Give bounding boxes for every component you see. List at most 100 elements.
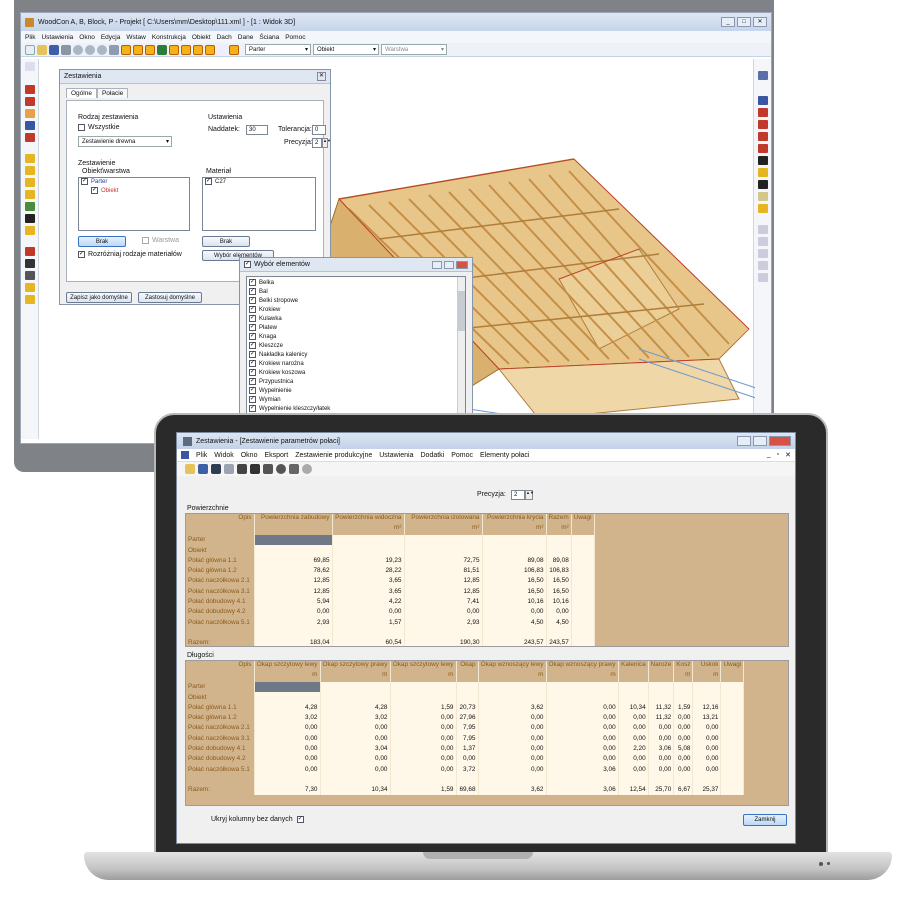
table-cell[interactable]: 5,08	[673, 743, 694, 754]
table-row[interactable]: Połać naczółkowa 2.1 12,85 3,65 12,85 16,50 1…	[186, 575, 595, 587]
table-cell[interactable]: 89,08	[482, 555, 547, 566]
row-label[interactable]: Połać naczółkowa 3.1	[186, 733, 255, 744]
menu-zestawienie-produkcyjne[interactable]: Zestawienie produkcyjne	[295, 452, 372, 459]
table-cell[interactable]	[254, 774, 321, 785]
column-header[interactable]: Opis	[186, 514, 255, 525]
table-cell[interactable]: 0,00	[404, 606, 483, 617]
zoom-icon[interactable]	[73, 44, 83, 55]
table-cell[interactable]: 16,50	[546, 586, 572, 597]
search-icon[interactable]	[276, 464, 286, 474]
table-cell[interactable]: 0,00	[254, 743, 321, 754]
table-cell[interactable]	[404, 534, 483, 545]
table-cell[interactable]	[720, 722, 745, 734]
table-cell[interactable]	[478, 681, 547, 692]
wszystkie-checkbox[interactable]: Wszystkie	[78, 124, 120, 131]
mdi-minimize-icon[interactable]: _	[767, 451, 771, 459]
table-cell[interactable]: 27,96	[456, 712, 479, 723]
table-cell[interactable]	[720, 774, 745, 785]
table-row[interactable]: Razem: 7,30 10,34 1,59 69,68 3,62 3,06 12,54 25,…	[186, 784, 745, 795]
dark-view-icon[interactable]	[757, 156, 768, 165]
row-label[interactable]: Obiekt	[186, 691, 255, 703]
table-cell[interactable]	[571, 586, 595, 597]
brak-material-button[interactable]: Brak	[202, 236, 250, 247]
house2-icon[interactable]	[24, 295, 35, 304]
element-type-item[interactable]: ✓ Belka	[249, 279, 463, 288]
menu-dane[interactable]: Dane	[238, 34, 254, 41]
table-cell[interactable]	[720, 753, 745, 764]
table-cell[interactable]: 0,00	[254, 763, 321, 775]
table-row[interactable]: Połać naczółkowa 5.1 2,93 1,57 2,93 4,50 4,50	[186, 616, 595, 628]
table-cell[interactable]	[571, 637, 595, 646]
table-cell[interactable]: 0,00	[546, 606, 572, 617]
table-cell[interactable]	[254, 691, 321, 703]
truss-tool-icon[interactable]	[133, 44, 143, 55]
table-cell[interactable]: 0,00	[648, 733, 675, 744]
table-cell[interactable]: 0,00	[692, 733, 722, 744]
table-cell[interactable]: 11,32	[648, 712, 675, 723]
print-icon[interactable]	[224, 464, 234, 474]
maximize-button[interactable]	[444, 260, 454, 269]
table-cell[interactable]: 0,00	[390, 743, 457, 754]
table-cell[interactable]: 28,22	[332, 565, 405, 576]
element-type-item[interactable]: ✓ Nakładka kalenicy	[249, 351, 463, 360]
row-label[interactable]: Parter	[186, 681, 255, 692]
table-cell[interactable]: 0,00	[546, 743, 619, 754]
row-label[interactable]: Połać naczółkowa 5.1	[186, 616, 255, 628]
table-cell[interactable]: 0,00	[546, 702, 619, 713]
table-cell[interactable]: 0,00	[390, 712, 457, 723]
row-label[interactable]: Parter	[186, 534, 255, 545]
table-cell[interactable]	[332, 627, 405, 638]
table-cell[interactable]	[332, 544, 405, 556]
table-cell[interactable]	[482, 534, 547, 545]
tree-item-obiekt[interactable]: ✓ Obiekt	[79, 187, 189, 196]
wall-red2-icon[interactable]	[24, 97, 35, 106]
table-cell[interactable]	[648, 774, 675, 785]
table-cell[interactable]	[390, 691, 457, 703]
maximize-button[interactable]: □	[737, 17, 751, 27]
green-object-icon[interactable]	[157, 44, 167, 55]
column-header[interactable]: Naroże	[648, 661, 675, 672]
table-cell[interactable]	[618, 681, 649, 692]
table-cell[interactable]: 0,00	[254, 722, 321, 734]
sheet-icon[interactable]	[250, 464, 260, 474]
pan-icon[interactable]	[109, 44, 119, 55]
column-header[interactable]: Okap szczytowy prawy	[320, 661, 391, 672]
table-cell[interactable]: 12,85	[254, 586, 333, 597]
list-scrollbar[interactable]	[457, 277, 465, 425]
element-type-item[interactable]: ✓ Krokiew koszowa	[249, 369, 463, 378]
open-folder-icon[interactable]	[185, 464, 195, 474]
column-header[interactable]: Okap szczytowy lewy	[390, 661, 457, 672]
table-cell[interactable]: 1,59	[390, 784, 457, 795]
menu-konstrukcja[interactable]: Konstrukcja	[152, 34, 186, 41]
table-cell[interactable]: 69,85	[254, 555, 333, 566]
table-cell[interactable]: 1,59	[390, 702, 457, 713]
element-type-item[interactable]: ✓ Krokiew narożna	[249, 360, 463, 369]
table-cell[interactable]: 1,57	[332, 616, 405, 628]
table-cell[interactable]: 3,02	[254, 712, 321, 723]
element-type-item[interactable]: ✓ Wymian	[249, 396, 463, 405]
table-cell[interactable]: 0,00	[390, 763, 457, 775]
row-label[interactable]: Połać główna 1.2	[186, 565, 255, 576]
table-cell[interactable]: 4,50	[482, 616, 547, 628]
line-icon[interactable]	[24, 214, 35, 223]
table-row[interactable]: Połać główna 1.1 4,28 4,28 1,59 20,73 3,62 0,0…	[186, 702, 745, 713]
tab-polacie[interactable]: Połacie	[96, 88, 129, 98]
table-cell[interactable]	[648, 691, 675, 703]
element-type-item[interactable]: ✓ Krokiew	[249, 306, 463, 315]
table-cell[interactable]: 12,85	[254, 575, 333, 587]
table-cell[interactable]: 0,00	[648, 753, 675, 764]
table-cell[interactable]: 0,00	[390, 753, 457, 764]
menu-widok[interactable]: Widok	[214, 452, 233, 459]
zapisz-domyslne-button[interactable]: Zapisz jako domyślne	[66, 292, 132, 303]
table-cell[interactable]	[571, 606, 595, 617]
table-row[interactable]: Połać naczółkowa 2.1 0,00 0,00 0,00 7,95 0,00…	[186, 722, 745, 734]
zamknij-button[interactable]: Zamknij	[743, 814, 787, 826]
grid-view-icon[interactable]	[757, 225, 768, 234]
material-item[interactable]: ✓ C27	[203, 178, 315, 187]
table-cell[interactable]	[546, 627, 572, 638]
precyzja-spinner[interactable]: ▲▼	[322, 138, 331, 148]
table-cell[interactable]	[482, 627, 547, 638]
table-row[interactable]: Połać główna 1.1 69,85 19,23 72,75 89,08 89,0…	[186, 555, 595, 566]
element-type-item[interactable]: ✓ Bal	[249, 288, 463, 297]
table-cell[interactable]: 60,54	[332, 637, 405, 646]
